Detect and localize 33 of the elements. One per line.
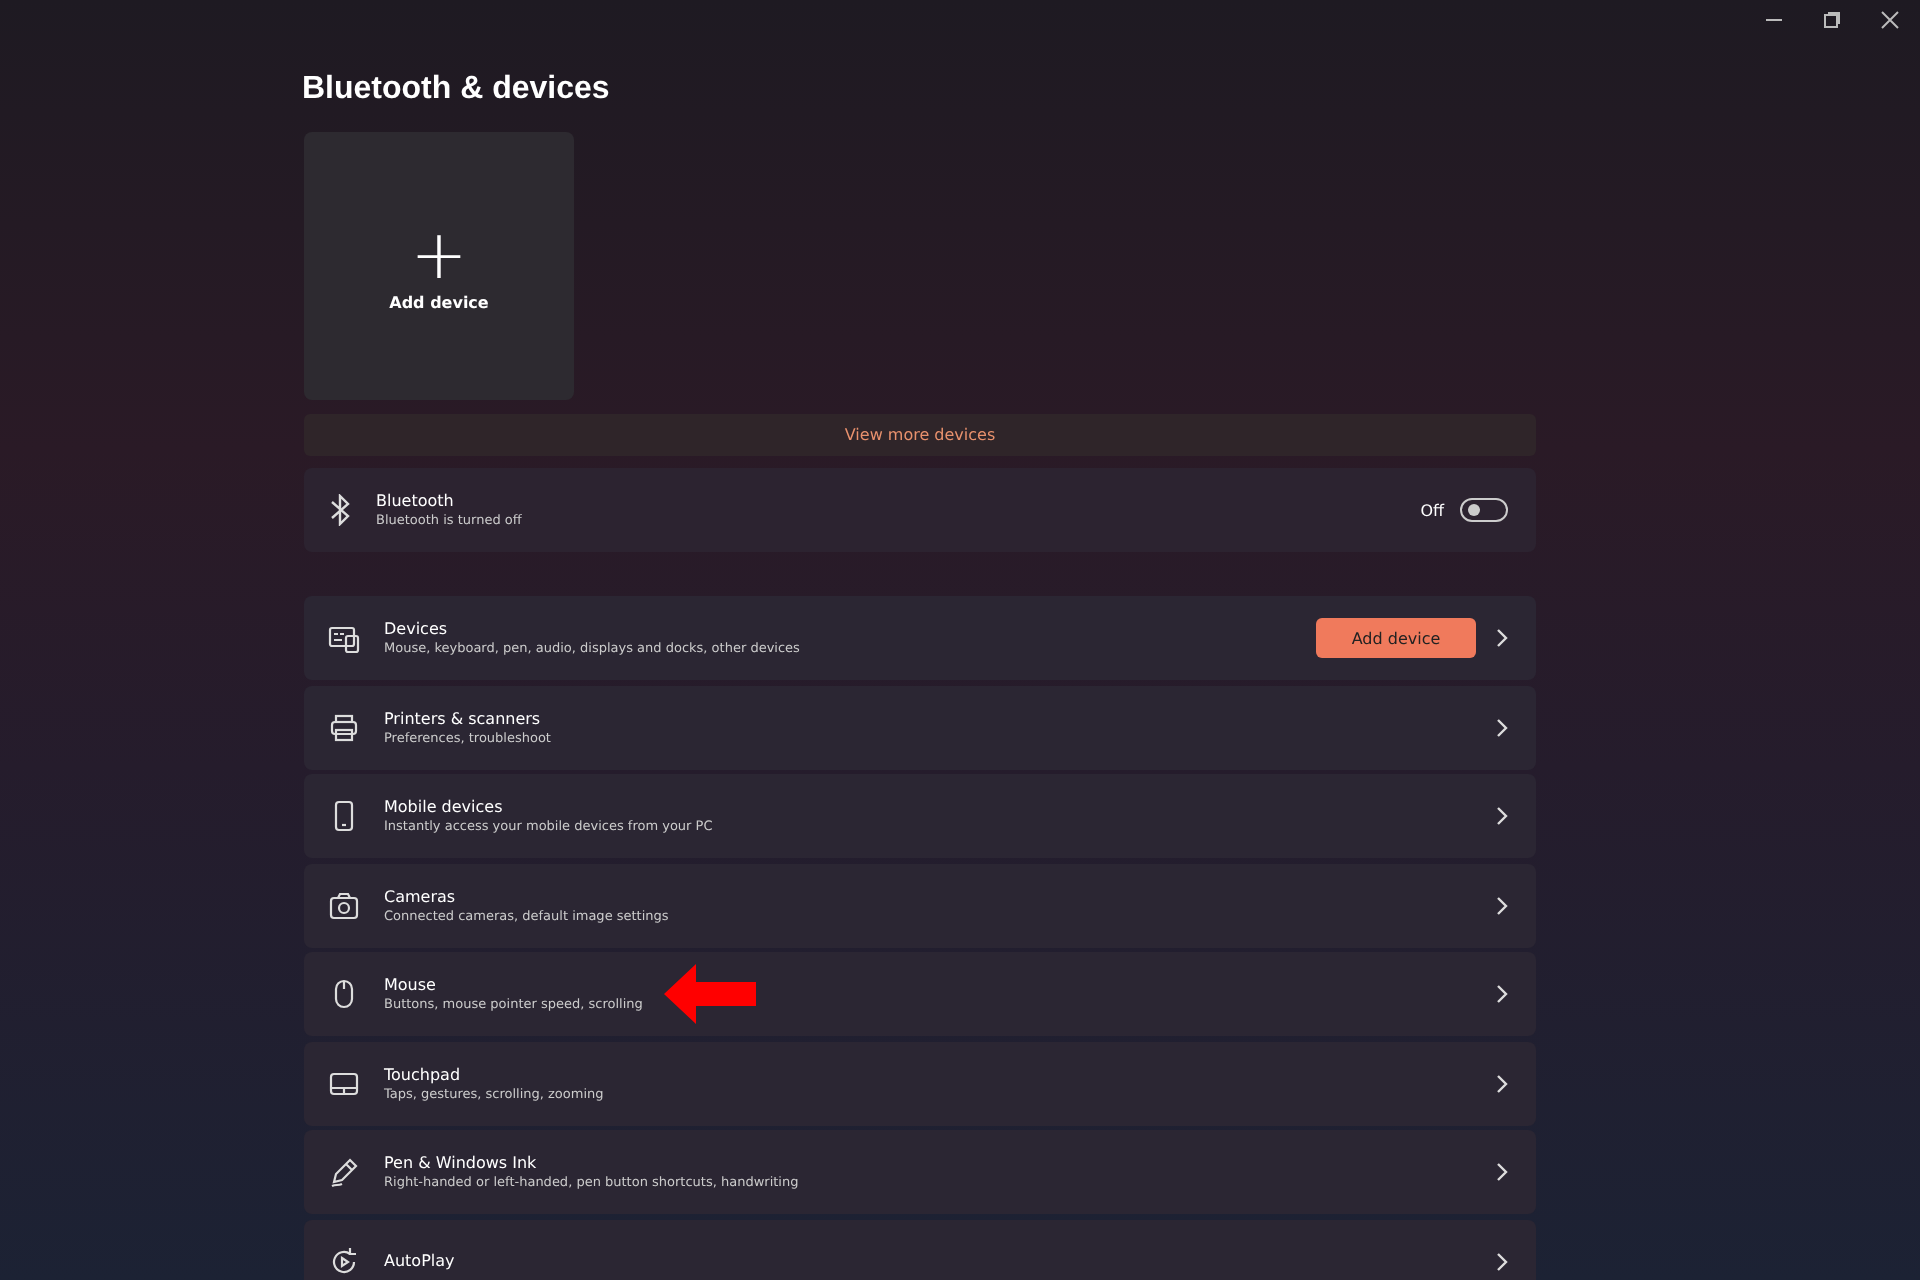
chevron-right-icon: [1496, 628, 1508, 648]
bluetooth-toggle[interactable]: [1460, 498, 1508, 522]
add-device-button[interactable]: Add device: [1316, 618, 1476, 658]
setting-title: Printers & scanners: [384, 709, 543, 727]
restore-icon[interactable]: [1822, 10, 1842, 30]
setting-title: Bluetooth: [376, 492, 456, 510]
chevron-right-icon: [1496, 1162, 1508, 1182]
view-more-devices-link[interactable]: View more devices: [304, 414, 1536, 456]
settings-row[interactable]: AutoPlay: [304, 1219, 1536, 1280]
setting-title: Devices: [384, 620, 450, 638]
camera-icon: [328, 889, 360, 921]
touchpad-icon: [328, 1067, 360, 1099]
setting-title: Mouse: [384, 976, 438, 994]
chevron-right-icon: [1496, 806, 1508, 826]
setting-title: Cameras: [384, 887, 458, 905]
setting-title: Pen & Windows Ink: [384, 1154, 539, 1172]
chevron-right-icon: [1496, 717, 1508, 737]
keyboard-icon: [328, 622, 360, 654]
setting-title: Touchpad: [384, 1065, 463, 1083]
chevron-right-icon: [1496, 895, 1508, 915]
setting-title: Mobile devices: [384, 798, 505, 816]
chevron-right-icon: [1496, 1073, 1508, 1093]
page-title: Bluetooth & devices: [302, 72, 612, 108]
add-device-tile[interactable]: + Add device: [304, 132, 574, 400]
chevron-right-icon: [1496, 984, 1508, 1004]
setting-title: AutoPlay: [384, 1252, 457, 1270]
pen-icon: [328, 1156, 360, 1188]
close-icon[interactable]: [1880, 10, 1900, 30]
autoplay-icon: [328, 1245, 360, 1277]
printer-icon: [328, 711, 360, 743]
bluetooth-icon: [328, 494, 352, 526]
chevron-right-icon: [1496, 1251, 1508, 1271]
toggle-state-label: Off: [1420, 501, 1444, 519]
